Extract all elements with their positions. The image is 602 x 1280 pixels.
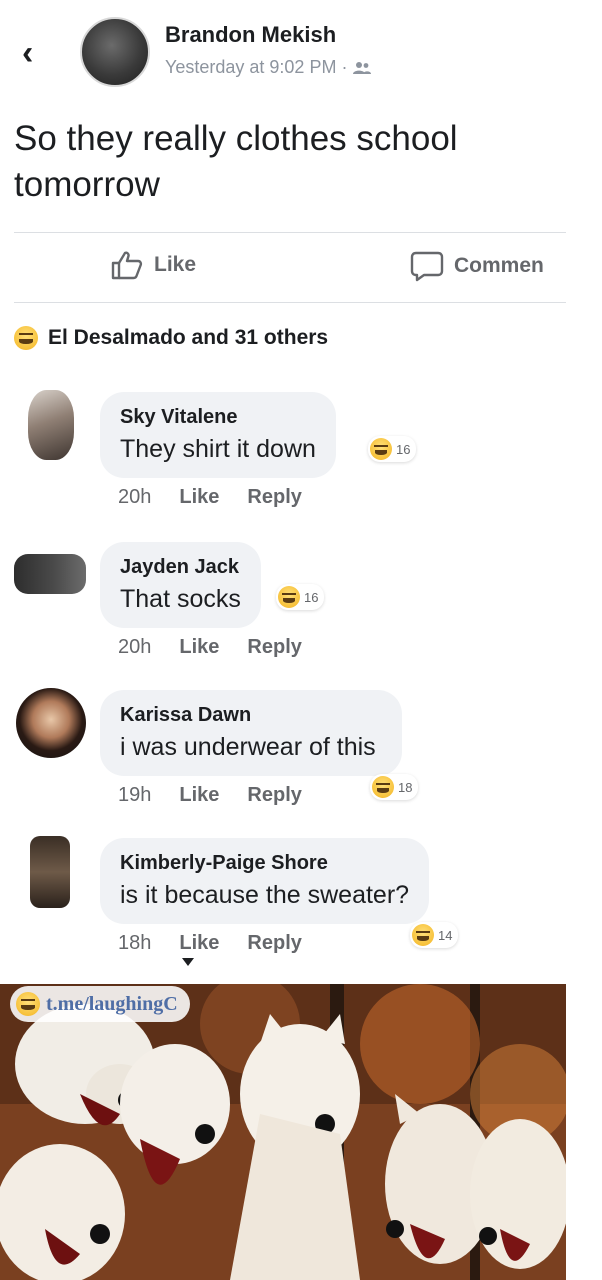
post-timestamp[interactable]: Yesterday at 9:02 PM · xyxy=(165,57,347,78)
haha-icon xyxy=(278,586,300,608)
post-meta: Yesterday at 9:02 PM · xyxy=(165,57,372,78)
comment-reply-link[interactable]: Reply xyxy=(247,636,301,659)
comment-button[interactable]: Commen xyxy=(410,250,544,282)
haha-icon xyxy=(412,924,434,946)
comment-bubble: Karissa Dawn i was underwear of this xyxy=(100,690,402,776)
comment-reply-link[interactable]: Reply xyxy=(247,784,301,807)
comment-bubble: Jayden Jack That socks xyxy=(100,542,261,628)
comment-time: 20h xyxy=(118,636,152,658)
post-text: So they really clothes school tomorrow xyxy=(14,119,458,204)
comment-like-link[interactable]: Like xyxy=(179,486,219,509)
commenter-name[interactable]: Kimberly-Paige Shore xyxy=(120,852,409,875)
comment-actions: 20h Like Reply xyxy=(118,636,302,659)
comment-actions: 19h Like Reply xyxy=(118,784,302,807)
comment-reply-link[interactable]: Reply xyxy=(247,486,301,509)
commenter-avatar[interactable] xyxy=(14,554,86,594)
comment-bubble: Kimberly-Paige Shore is it because the s… xyxy=(100,838,430,924)
divider xyxy=(14,302,566,303)
reactions-summary[interactable]: El Desalmado and 31 others xyxy=(14,326,328,350)
comment-reply-link[interactable]: Reply xyxy=(247,932,301,955)
reaction-count: 18 xyxy=(398,779,413,795)
commenter-name[interactable]: Sky Vitalene xyxy=(120,406,316,429)
comment-reaction-badge[interactable]: 14 xyxy=(410,922,459,948)
haha-icon xyxy=(370,438,392,460)
comment-reaction-badge[interactable]: 16 xyxy=(368,436,417,462)
commenter-avatar[interactable] xyxy=(28,390,74,460)
comment-text: is it because the sweater? xyxy=(120,881,410,909)
caret-down-icon xyxy=(182,958,194,966)
author-name[interactable]: Brandon Mekish xyxy=(165,22,336,48)
comment-time: 20h xyxy=(118,486,152,508)
comment-bubble: Sky Vitalene They shirt it down xyxy=(100,392,336,478)
comment-text: They shirt it down xyxy=(120,435,316,463)
comment-like-link[interactable]: Like xyxy=(179,636,219,659)
back-chevron-icon[interactable]: ‹ xyxy=(22,36,52,70)
comment-reaction-badge[interactable]: 18 xyxy=(370,774,419,800)
comment-time: 19h xyxy=(118,784,152,806)
commenter-avatar[interactable] xyxy=(30,836,70,908)
reaction-count: 16 xyxy=(396,441,411,457)
commenter-avatar[interactable] xyxy=(16,688,86,758)
comment-like-link[interactable]: Like xyxy=(179,932,219,955)
comment-like-link[interactable]: Like xyxy=(179,784,219,807)
comment-time: 18h xyxy=(118,932,152,954)
like-button[interactable]: Like xyxy=(110,250,196,280)
comment-text: i was underwear of this xyxy=(120,733,376,761)
reaction-count: 14 xyxy=(438,927,453,943)
divider xyxy=(14,232,566,233)
reaction-count: 16 xyxy=(304,589,319,605)
author-avatar[interactable] xyxy=(80,17,150,87)
comment-text: That socks xyxy=(120,585,241,613)
watermark[interactable]: t.me/laughingC xyxy=(10,986,190,1022)
comment-bubble-icon xyxy=(410,251,444,282)
laughing-emoji-icon xyxy=(16,992,40,1016)
comment-label: Commen xyxy=(454,254,544,277)
laughing-wolves-image xyxy=(0,984,566,1280)
haha-icon xyxy=(14,326,38,350)
thumbs-up-icon xyxy=(111,251,143,280)
commenter-name[interactable]: Karissa Dawn xyxy=(120,704,376,727)
watermark-text: t.me/laughingC xyxy=(46,992,178,1015)
post-header: ‹ Brandon Mekish Yesterday at 9:02 PM · xyxy=(0,0,602,110)
reactions-summary-text: El Desalmado and 31 others xyxy=(48,326,329,349)
commenter-name[interactable]: Jayden Jack xyxy=(120,556,241,579)
wolves-illustration xyxy=(0,984,566,1280)
comment-reaction-badge[interactable]: 16 xyxy=(276,584,325,610)
haha-icon xyxy=(372,776,394,798)
friends-icon xyxy=(353,61,372,74)
comment-actions: 20h Like Reply xyxy=(118,486,302,509)
comment-actions: 18h Like Reply xyxy=(118,932,302,955)
like-label: Like xyxy=(154,253,197,276)
